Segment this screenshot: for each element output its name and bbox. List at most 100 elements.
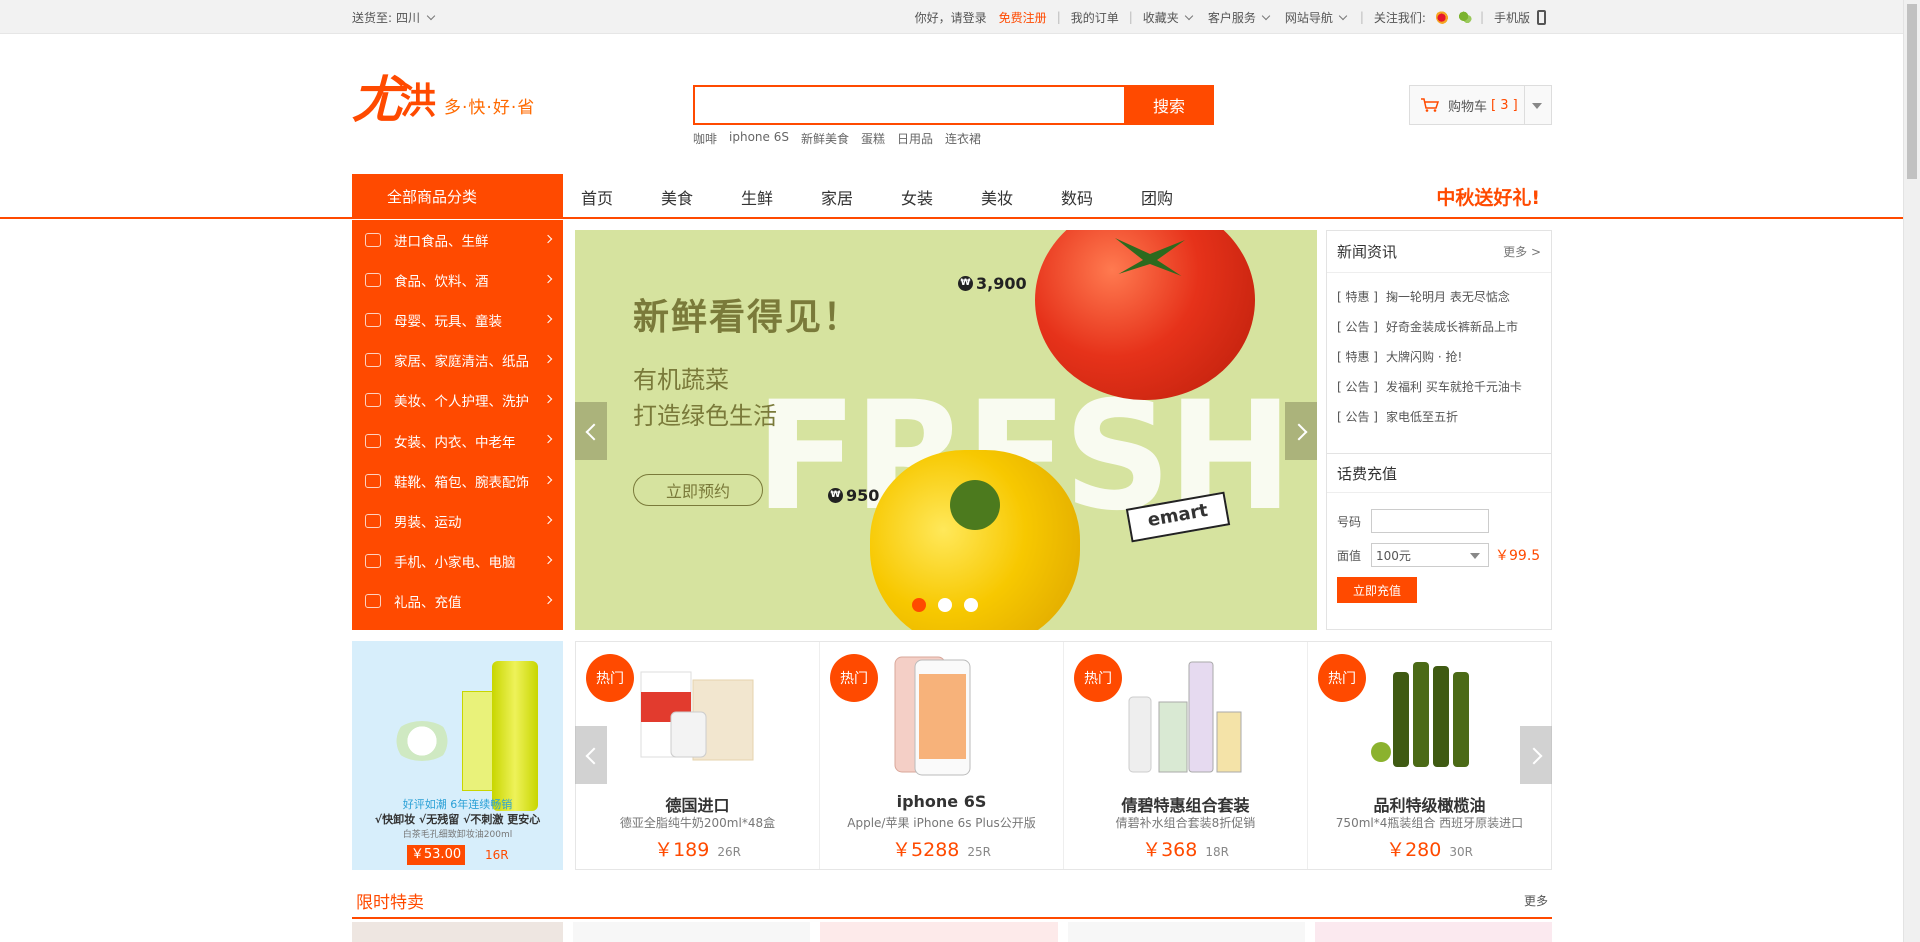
news-item[interactable]: [ 公告 ] 发福利 买车就抢千元油卡 bbox=[1337, 371, 1541, 401]
nav-item-fresh[interactable]: 生鲜 bbox=[731, 185, 811, 209]
news-item[interactable]: [ 公告 ] 家电低至五折 bbox=[1337, 401, 1541, 431]
phone-number-input[interactable] bbox=[1371, 509, 1490, 533]
nav-item-group-buy[interactable]: 团购 bbox=[1131, 185, 1211, 209]
hero-banner[interactable]: FRESH emart ₩3,900 ₩950 新鲜看得见！ 有机蔬菜 打造绿色… bbox=[575, 230, 1317, 630]
promo-link[interactable]: 中秋送好礼! bbox=[1436, 174, 1552, 219]
category-label: 礼品、充值 bbox=[394, 594, 462, 611]
all-categories-button[interactable]: 全部商品分类 bbox=[352, 174, 563, 219]
ad-sold: 16R bbox=[485, 848, 509, 862]
news-item[interactable]: [ 特惠 ] 大牌闪购 · 抢! bbox=[1337, 341, 1541, 371]
ship-to-value[interactable]: 四川 bbox=[396, 9, 420, 26]
product-card[interactable]: 热门 倩碧特惠组合套装 倩碧补水组合套装8折促销 ￥368 18R bbox=[1064, 642, 1308, 869]
category-item[interactable]: 礼品、充值 bbox=[352, 581, 563, 621]
weibo-icon[interactable] bbox=[1435, 10, 1450, 24]
ship-to[interactable]: 送货至: 四川 bbox=[352, 9, 438, 26]
products-next-arrow[interactable] bbox=[1520, 726, 1552, 784]
banner-prev-arrow[interactable] bbox=[575, 402, 607, 460]
category-item[interactable]: 手机、小家电、电脑 bbox=[352, 541, 563, 581]
product-sold: 26R bbox=[717, 845, 741, 859]
category-item[interactable]: 女装、内衣、中老年 bbox=[352, 420, 563, 460]
chevron-down-icon bbox=[1338, 11, 1348, 20]
product-card[interactable]: 热门 iphone 6S Apple/苹果 iPhone 6s Plus公开版 … bbox=[820, 642, 1064, 869]
product-card[interactable]: 热门 品利特级橄榄油 750ml*4瓶装组合 西班牙原装进口 ￥280 30R bbox=[1308, 642, 1551, 869]
mobile-link[interactable]: 手机版 bbox=[1488, 9, 1552, 26]
chevron-right-icon bbox=[543, 395, 553, 404]
nav-item-beauty[interactable]: 美妆 bbox=[971, 185, 1051, 209]
nav-item-home-goods[interactable]: 家居 bbox=[811, 185, 891, 209]
divider: | bbox=[1056, 10, 1061, 24]
top-links: 你好，请登录 免费注册 | 我的订单 | 收藏夹 客户服务 网站导航 | 关注我… bbox=[909, 9, 1552, 26]
slide-dot-1[interactable] bbox=[912, 598, 926, 612]
slide-dot-3[interactable] bbox=[964, 598, 978, 612]
news-tag: [ 公告 ] bbox=[1337, 379, 1378, 394]
search-bar: 搜索 bbox=[693, 85, 1214, 125]
category-item[interactable]: 进口食品、生鲜 bbox=[352, 220, 563, 260]
register-link[interactable]: 免费注册 bbox=[993, 9, 1053, 26]
banner-next-arrow[interactable] bbox=[1285, 402, 1317, 460]
slide-dot-2[interactable] bbox=[938, 598, 952, 612]
wechat-icon[interactable] bbox=[1457, 10, 1472, 24]
search-button[interactable]: 搜索 bbox=[1124, 85, 1214, 125]
nav-item-home[interactable]: 首页 bbox=[571, 185, 651, 209]
nav-item-women[interactable]: 女装 bbox=[891, 185, 971, 209]
customer-service-menu[interactable]: 客户服务 bbox=[1202, 9, 1279, 26]
category-label: 家居、家庭清洁、纸品 bbox=[394, 354, 529, 371]
product-name: iphone 6S bbox=[896, 792, 987, 811]
divider: | bbox=[1479, 10, 1484, 24]
hot-keyword[interactable]: 日用品 bbox=[897, 130, 933, 147]
category-item[interactable]: 美妆、个人护理、洗护 bbox=[352, 380, 563, 420]
hot-keyword[interactable]: 蛋糕 bbox=[861, 130, 885, 147]
product-name: 德国进口 bbox=[665, 796, 730, 815]
favorites-menu[interactable]: 收藏夹 bbox=[1137, 9, 1202, 26]
hot-keyword[interactable]: 咖啡 bbox=[693, 130, 717, 147]
news-item[interactable]: [ 公告 ] 好奇金装成长裤新品上市 bbox=[1337, 311, 1541, 341]
my-orders-link[interactable]: 我的订单 bbox=[1065, 9, 1125, 26]
products-prev-arrow[interactable] bbox=[575, 726, 607, 784]
chevron-down-icon[interactable] bbox=[426, 11, 436, 20]
news-header: 新闻资讯 更多 > bbox=[1327, 231, 1551, 273]
reserve-button[interactable]: 立即预约 bbox=[633, 474, 763, 506]
cart-button[interactable]: 购物车 [ 3 ] bbox=[1409, 85, 1552, 125]
face-value-selected: 100元 bbox=[1376, 548, 1411, 563]
product-name: 倩碧特惠组合套装 bbox=[1121, 796, 1250, 815]
recharge-button[interactable]: 立即充值 bbox=[1337, 577, 1417, 603]
flash-sale-tile[interactable] bbox=[1067, 922, 1305, 942]
search-input[interactable] bbox=[693, 85, 1124, 125]
nav-item-food[interactable]: 美食 bbox=[651, 185, 731, 209]
login-link[interactable]: 你好，请登录 bbox=[909, 9, 993, 26]
banner-pagination bbox=[912, 598, 978, 612]
category-item[interactable]: 食品、饮料、酒 bbox=[352, 260, 563, 300]
nav-item-digital[interactable]: 数码 bbox=[1051, 185, 1131, 209]
hot-keyword[interactable]: 新鲜美食 bbox=[801, 130, 849, 147]
category-item[interactable]: 家居、家庭清洁、纸品 bbox=[352, 340, 563, 380]
news-more-link[interactable]: 更多 > bbox=[1503, 243, 1541, 260]
category-item[interactable]: 鞋靴、箱包、腕表配饰 bbox=[352, 461, 563, 501]
flash-sale-tile[interactable] bbox=[352, 922, 563, 942]
flash-sale-tile[interactable] bbox=[573, 922, 811, 942]
site-nav-menu[interactable]: 网站导航 bbox=[1279, 9, 1356, 26]
category-item[interactable]: 男装、运动 bbox=[352, 501, 563, 541]
category-menu: 进口食品、生鲜 食品、饮料、酒 母婴、玩具、童装 家居、家庭清洁、纸品 美妆、个… bbox=[352, 220, 563, 630]
cleansing-oil-ad[interactable]: 好评如潮 6年连续畅销 √快卸妆 √无残留 √不刺激 更安心 白茶毛孔细致卸妆油… bbox=[352, 641, 563, 870]
face-value-label: 面值 bbox=[1337, 548, 1362, 563]
news-item[interactable]: [ 特惠 ] 掬一轮明月 表无尽惦念 bbox=[1337, 281, 1541, 311]
caret-down-icon[interactable] bbox=[1532, 103, 1542, 109]
hot-keyword[interactable]: 连衣裙 bbox=[945, 130, 981, 147]
hot-keyword[interactable]: iphone 6S bbox=[729, 130, 789, 147]
hot-badge: 热门 bbox=[1074, 654, 1122, 702]
product-desc: 750ml*4瓶装组合 西班牙原装进口 bbox=[1335, 816, 1524, 830]
page-scrollbar[interactable] bbox=[1903, 0, 1920, 942]
section-more-link[interactable]: 更多 bbox=[1524, 892, 1548, 909]
site-logo[interactable]: 尤 洪 多·快·好·省 bbox=[352, 72, 535, 128]
flash-sale-tile[interactable] bbox=[820, 922, 1058, 942]
scrollbar-thumb[interactable] bbox=[1907, 4, 1917, 179]
product-card[interactable]: 热门 德国进口 德亚全脂纯牛奶200ml*48盒 ￥189 26R bbox=[576, 642, 820, 869]
category-item[interactable]: 母婴、玩具、童装 bbox=[352, 300, 563, 340]
chevron-right-icon bbox=[543, 435, 553, 444]
product-desc: 德亚全脂纯牛奶200ml*48盒 bbox=[619, 816, 776, 830]
face-value-select[interactable]: 100元 bbox=[1371, 543, 1490, 567]
logo-char-1: 尤 bbox=[352, 70, 402, 129]
news-list: [ 特惠 ] 掬一轮明月 表无尽惦念 [ 公告 ] 好奇金装成长裤新品上市 [ 特惠… bbox=[1327, 273, 1551, 439]
flash-sale-tile[interactable] bbox=[1314, 922, 1552, 942]
product-price-row: ￥280 30R bbox=[1308, 835, 1551, 862]
